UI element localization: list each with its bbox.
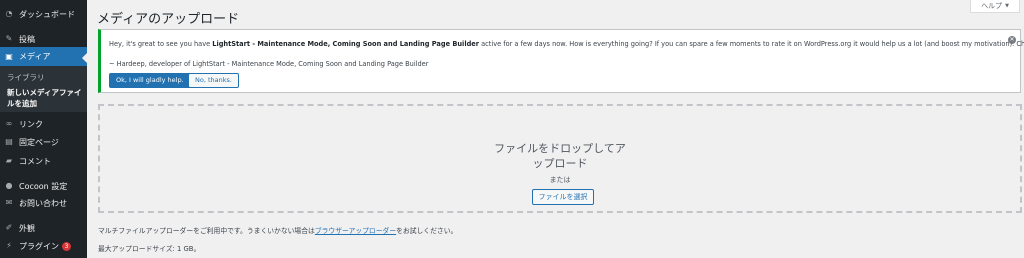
- browser-uploader-link[interactable]: ブラウザーアップローダー: [315, 227, 396, 235]
- sidebar-item-label: リンク: [19, 119, 43, 129]
- submenu-add-new[interactable]: 新しいメディアファイ ルを追加: [7, 87, 81, 109]
- sidebar-item-label: Cocoon 設定: [19, 181, 68, 191]
- sidebar-item-label: プラグイン: [19, 241, 59, 251]
- chevron-down-icon: ▼: [1005, 3, 1009, 9]
- sidebar-item-label: 外観: [19, 223, 35, 233]
- help-tab-button[interactable]: ヘルプ ▼: [970, 0, 1020, 13]
- submenu-library[interactable]: ライブラリ: [7, 72, 45, 83]
- submenu-add-new-line1: 新しいメディアファイ: [7, 88, 82, 97]
- drop-line1: ファイルをドロップしてア: [494, 142, 626, 155]
- max-upload-size: 最大アップロードサイズ: 1 GB。: [98, 245, 201, 253]
- sidebar-item-links[interactable]: ∞ リンク: [0, 114, 87, 134]
- plugin-icon: ⚡: [6, 241, 12, 250]
- gladly-help-button[interactable]: Ok, I will gladly help.: [109, 73, 191, 88]
- drop-instructions: ファイルをドロップしてア ップロード: [100, 141, 1020, 171]
- help-label: ヘルプ: [981, 2, 1003, 10]
- link-icon: ∞: [5, 119, 13, 128]
- rating-notice: Hey, it's great to see you have LightSta…: [98, 29, 1024, 93]
- sidebar-item-label: 投稿: [19, 34, 35, 44]
- upload-dropzone[interactable]: ファイルをドロップしてア ップロード または ファイルを選択: [98, 104, 1022, 213]
- sidebar-item-label: 固定ページ: [19, 137, 59, 147]
- sidebar-item-contact[interactable]: ✉ お問い合わせ: [0, 193, 87, 213]
- media-submenu: ライブラリ 新しいメディアファイ ルを追加: [0, 66, 87, 112]
- no-thanks-button[interactable]: No, thanks.: [188, 73, 239, 88]
- uploader-info: マルチファイルアップローダーをご利用中です。うまくいかない場合はブラウザーアップ…: [98, 227, 458, 235]
- sidebar-item-label: コメント: [19, 156, 51, 166]
- mail-icon: ✉: [5, 198, 13, 207]
- sidebar-item-label: メディア: [19, 52, 51, 61]
- cocoon-icon: ●: [5, 181, 13, 190]
- plugin-name: LightStart - Maintenance Mode, Coming So…: [212, 40, 480, 48]
- update-count-badge: 3: [62, 241, 71, 251]
- sidebar-item-posts[interactable]: ✎ 投稿: [0, 29, 87, 49]
- notice-message: Hey, it's great to see you have LightSta…: [109, 40, 1024, 48]
- sidebar-item-label: お問い合わせ: [19, 198, 67, 208]
- sidebar-item-appearance[interactable]: ✐ 外観: [0, 218, 87, 238]
- sidebar-item-pages[interactable]: ▤ 固定ページ: [0, 132, 87, 152]
- active-indicator: [82, 53, 87, 63]
- media-icon: ▣: [5, 51, 13, 61]
- sidebar-item-media[interactable]: ▣ メディア: [0, 47, 87, 66]
- or-text: または: [549, 176, 571, 184]
- page-icon: ▤: [5, 137, 13, 146]
- select-files-button[interactable]: ファイルを選択: [532, 189, 594, 205]
- page-title: メディアのアップロード: [97, 12, 240, 27]
- dismiss-icon[interactable]: ✕: [1008, 36, 1016, 44]
- drop-line2: ップロード: [532, 157, 588, 170]
- dashboard-icon: ◔: [5, 9, 13, 18]
- notice-signature: ~ Hardeep, developer of LightStart - Mai…: [109, 60, 429, 68]
- admin-sidebar: ◔ ダッシュボード ✎ 投稿 ▣ メディア ライブラリ 新しいメディアファイ ル…: [0, 0, 87, 258]
- sidebar-item-plugins[interactable]: ⚡ プラグイン 3: [0, 236, 87, 256]
- submenu-add-new-line2: ルを追加: [7, 99, 37, 108]
- max-size-value: 1 GB: [177, 245, 194, 253]
- pin-icon: ✎: [5, 34, 13, 43]
- sidebar-item-comments[interactable]: ▰ コメント: [0, 151, 87, 171]
- sidebar-item-dashboard[interactable]: ◔ ダッシュボード: [0, 4, 87, 24]
- sidebar-item-label: ダッシュボード: [19, 9, 75, 19]
- brush-icon: ✐: [5, 223, 13, 232]
- comment-icon: ▰: [5, 156, 13, 165]
